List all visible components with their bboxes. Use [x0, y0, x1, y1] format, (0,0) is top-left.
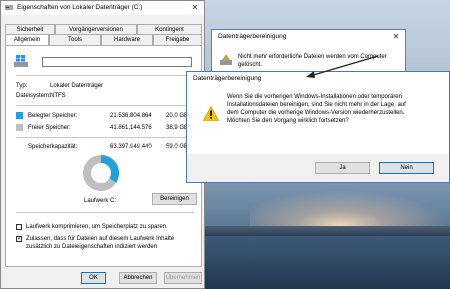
free-bytes: 41.861.144.576 [110, 125, 152, 131]
free-color-swatch [16, 124, 23, 131]
used-gb: 20,0 GB [166, 113, 189, 119]
confirm-message-line2: Installationsdateien bereinigen, sind Si… [227, 102, 406, 108]
apply-button[interactable]: Übernehmen [164, 272, 202, 284]
capacity-label: Speicherkapazität: [28, 144, 78, 150]
windows-drive-icon [14, 55, 28, 67]
cleanup-progress-title: Datenträgerbereinigung [218, 33, 287, 40]
desktop-water [205, 236, 450, 289]
cleanup-progress-message-line2: gelöscht. [238, 62, 263, 68]
disk-cleanup-icon [220, 54, 232, 65]
index-label-line1: Zulassen, dass für Dateien auf diesem La… [26, 236, 175, 242]
drive-name-input[interactable] [42, 57, 192, 67]
confirm-message-line4: Möchten Sie den Vorgang wirklich fortset… [227, 118, 349, 124]
tab-tools[interactable]: Tools [49, 34, 101, 45]
annotation-arrow-icon [306, 55, 379, 78]
close-icon[interactable]: ✕ [186, 1, 204, 14]
confirm-message-line1: Wenn Sie die vorherigen Windows-Installa… [227, 94, 402, 100]
filesystem-label: Dateisystem: [16, 93, 51, 99]
usage-donut-chart [83, 155, 119, 191]
cleanup-button[interactable]: Bereinigen [152, 193, 197, 205]
divider [16, 137, 194, 138]
divider [16, 212, 194, 213]
warning-icon [203, 106, 219, 121]
used-color-swatch [16, 112, 23, 119]
free-label: Freier Speicher: [28, 125, 71, 131]
tab-hardware[interactable]: Hardware [101, 34, 153, 45]
tab-freigabe[interactable]: Freigabe [153, 34, 202, 45]
index-label-line2: zusätzlich zu Dateieigenschaften indizie… [26, 244, 158, 250]
type-value: Lokaler Datenträger [50, 83, 104, 89]
cleanup-progress-titlebar: Datenträgerbereinigung ✕ [212, 30, 405, 44]
free-gb: 38,9 GB [166, 125, 189, 131]
index-checkbox[interactable]: ✓ [16, 236, 22, 242]
used-label: Belegter Speicher: [28, 113, 78, 119]
confirm-button-bar: Ja Nein [187, 154, 449, 182]
properties-title: Eigenschaften von Lokaler Datenträger (C… [17, 4, 143, 11]
drive-icon [5, 5, 13, 10]
drive-label: Laufwerk C: [84, 198, 117, 204]
close-icon[interactable]: ✕ [387, 30, 405, 43]
ok-button[interactable]: OK [81, 272, 106, 284]
cleanup-confirm-dialog: Datenträgerbereinigung Wenn Sie die vorh… [186, 71, 450, 183]
no-button[interactable]: Nein [379, 162, 434, 174]
properties-titlebar: Eigenschaften von Lokaler Datenträger (C… [1, 1, 204, 15]
filesystem-value: NTFS [50, 93, 66, 99]
used-bytes: 21.536.804.864 [110, 113, 152, 119]
compress-label: Laufwerk komprimieren, um Speicherplatz … [26, 224, 167, 230]
divider [16, 105, 194, 106]
watermark: Deskmodder.de [130, 140, 261, 158]
yes-button[interactable]: Ja [315, 162, 370, 174]
type-label: Typ: [16, 83, 28, 89]
confirm-message-line3: dem Computer die vorherige Windows-Versi… [227, 110, 405, 116]
compress-checkbox[interactable] [16, 224, 22, 230]
cleanup-confirm-title: Datenträgerbereinigung [193, 75, 262, 82]
divider [16, 75, 194, 76]
desktop-skyline [205, 226, 450, 236]
cancel-button[interactable]: Abbrechen [119, 272, 157, 284]
